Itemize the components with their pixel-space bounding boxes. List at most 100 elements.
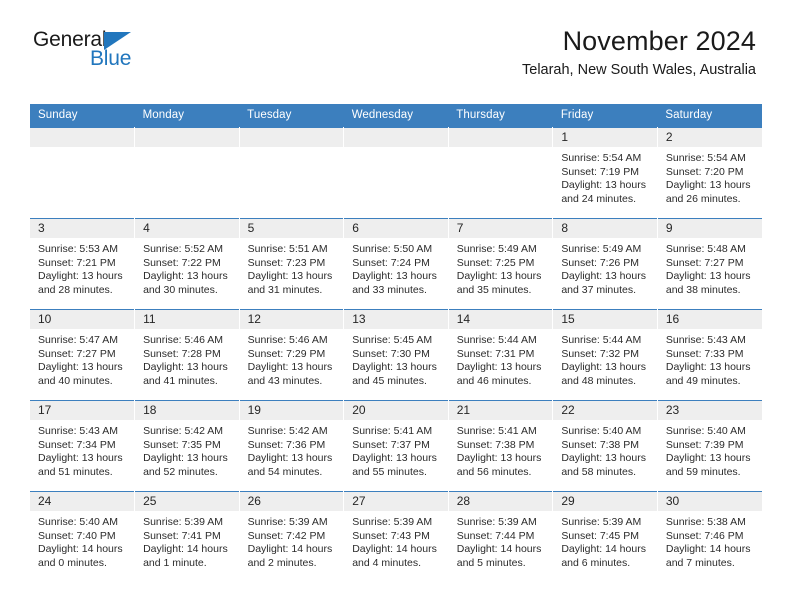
generalblue-logo[interactable]: General Blue [33, 28, 213, 76]
sunrise-text: Sunrise: 5:46 AM [247, 334, 328, 346]
weekday-header-tuesday: Tuesday [239, 104, 344, 128]
calendar-day-cell[interactable]: 4 Sunrise: 5:52 AM Sunset: 7:22 PM Daylight… [134, 218, 240, 310]
calendar-day-cell[interactable]: 22 Sunrise: 5:40 AM Sunset: 7:38 PM Dayligh… [552, 400, 658, 492]
page-title: November 2024 [562, 26, 756, 56]
daylight-text: Daylight: 14 hours and 5 minutes. [456, 543, 542, 569]
calendar-day-cell[interactable]: 25 Sunrise: 5:39 AM Sunset: 7:41 PM Dayligh… [134, 491, 240, 582]
calendar-day-cell[interactable]: 8 Sunrise: 5:49 AM Sunset: 7:26 PM Daylight… [552, 218, 658, 310]
calendar-day-cell[interactable]: 27 Sunrise: 5:39 AM Sunset: 7:43 PM Dayligh… [343, 491, 449, 582]
calendar-day-cell[interactable]: 5 Sunrise: 5:51 AM Sunset: 7:23 PM Daylight… [239, 218, 345, 310]
calendar-day-cell[interactable]: 3 Sunrise: 5:53 AM Sunset: 7:21 PM Daylight… [30, 218, 136, 310]
day-sun-info: Sunrise: 5:42 AM Sunset: 7:35 PM Daylight:… [135, 420, 239, 479]
day-number [135, 128, 239, 147]
sunrise-text: Sunrise: 5:50 AM [352, 243, 433, 255]
calendar-day-cell[interactable]: 1 Sunrise: 5:54 AM Sunset: 7:19 PM Daylight… [552, 127, 658, 219]
calendar-table: Sunday Monday Tuesday Wednesday Thursday… [30, 104, 762, 582]
calendar-day-cell[interactable]: 14 Sunrise: 5:44 AM Sunset: 7:31 PM Dayligh… [448, 309, 554, 401]
day-sun-info: Sunrise: 5:54 AM Sunset: 7:20 PM Daylight:… [658, 147, 762, 206]
sunset-text: Sunset: 7:39 PM [665, 438, 744, 451]
sunrise-text: Sunrise: 5:51 AM [247, 243, 328, 255]
day-cell-inner: 2 Sunrise: 5:54 AM Sunset: 7:20 PM Daylight… [657, 128, 762, 218]
day-number: 15 [553, 310, 657, 329]
weekday-header-row: Sunday Monday Tuesday Wednesday Thursday… [30, 104, 762, 128]
sunrise-text: Sunrise: 5:40 AM [38, 516, 118, 528]
sunrise-text: Sunrise: 5:49 AM [456, 243, 537, 255]
daylight-text: Daylight: 14 hours and 4 minutes. [352, 543, 437, 569]
calendar-day-cell[interactable]: 12 Sunrise: 5:46 AM Sunset: 7:29 PM Dayligh… [239, 309, 345, 401]
sunrise-text: Sunrise: 5:39 AM [247, 516, 328, 528]
day-number: 1 [553, 128, 657, 147]
sunrise-text: Sunrise: 5:48 AM [665, 243, 746, 255]
sunset-text: Sunset: 7:24 PM [352, 256, 430, 269]
daylight-text: Daylight: 13 hours and 35 minutes. [456, 270, 542, 296]
calendar-day-cell-empty [343, 127, 449, 219]
day-number: 30 [657, 492, 762, 511]
sunrise-text: Sunrise: 5:39 AM [143, 516, 224, 528]
sunset-text: Sunset: 7:23 PM [247, 256, 326, 269]
day-cell-inner [448, 128, 553, 218]
calendar-day-cell[interactable]: 17 Sunrise: 5:43 AM Sunset: 7:34 PM Dayligh… [30, 400, 136, 492]
day-cell-inner: 27 Sunrise: 5:39 AM Sunset: 7:43 PM Dayligh… [344, 492, 448, 582]
daylight-text: Daylight: 13 hours and 52 minutes. [143, 452, 228, 478]
day-number: 5 [239, 219, 344, 238]
day-sun-info: Sunrise: 5:44 AM Sunset: 7:31 PM Daylight:… [449, 329, 553, 388]
calendar-day-cell-empty [239, 127, 345, 219]
calendar-day-cell[interactable]: 15 Sunrise: 5:44 AM Sunset: 7:32 PM Dayligh… [552, 309, 658, 401]
day-cell-inner: 9 Sunrise: 5:48 AM Sunset: 7:27 PM Daylight… [657, 219, 762, 309]
day-sun-info: Sunrise: 5:43 AM Sunset: 7:33 PM Daylight:… [658, 329, 762, 388]
sunset-text: Sunset: 7:19 PM [561, 165, 639, 178]
calendar-week-row: 3 Sunrise: 5:53 AM Sunset: 7:21 PM Daylight… [30, 218, 762, 310]
sunset-text: Sunset: 7:38 PM [561, 438, 639, 451]
calendar-day-cell[interactable]: 26 Sunrise: 5:39 AM Sunset: 7:42 PM Dayligh… [239, 491, 345, 582]
daylight-text: Daylight: 13 hours and 31 minutes. [247, 270, 333, 296]
day-number [30, 128, 135, 147]
calendar-header-row-group: Sunday Monday Tuesday Wednesday Thursday… [30, 104, 762, 128]
day-sun-info: Sunrise: 5:46 AM Sunset: 7:29 PM Daylight:… [240, 329, 344, 388]
calendar-day-cell[interactable]: 28 Sunrise: 5:39 AM Sunset: 7:44 PM Dayligh… [448, 491, 554, 582]
day-number: 21 [448, 401, 553, 420]
daylight-text: Daylight: 13 hours and 41 minutes. [143, 361, 228, 387]
calendar-day-cell[interactable]: 19 Sunrise: 5:42 AM Sunset: 7:36 PM Dayligh… [239, 400, 345, 492]
calendar-day-cell[interactable]: 20 Sunrise: 5:41 AM Sunset: 7:37 PM Dayligh… [343, 400, 449, 492]
sunrise-text: Sunrise: 5:54 AM [665, 152, 746, 164]
calendar-day-cell[interactable]: 7 Sunrise: 5:49 AM Sunset: 7:25 PM Daylight… [448, 218, 554, 310]
day-number: 2 [657, 128, 762, 147]
calendar-day-cell[interactable]: 9 Sunrise: 5:48 AM Sunset: 7:27 PM Daylight… [657, 218, 762, 310]
sunrise-text: Sunrise: 5:40 AM [665, 425, 746, 437]
sunrise-text: Sunrise: 5:49 AM [561, 243, 642, 255]
calendar-day-cell[interactable]: 18 Sunrise: 5:42 AM Sunset: 7:35 PM Dayligh… [134, 400, 240, 492]
sunset-text: Sunset: 7:22 PM [143, 256, 221, 269]
sunrise-text: Sunrise: 5:54 AM [561, 152, 642, 164]
day-number: 11 [135, 310, 239, 329]
calendar-day-cell[interactable]: 21 Sunrise: 5:41 AM Sunset: 7:38 PM Dayligh… [448, 400, 554, 492]
calendar-day-cell[interactable]: 10 Sunrise: 5:47 AM Sunset: 7:27 PM Dayligh… [30, 309, 136, 401]
day-number: 25 [135, 492, 239, 511]
calendar-day-cell[interactable]: 11 Sunrise: 5:46 AM Sunset: 7:28 PM Dayligh… [134, 309, 240, 401]
weekday-header-wednesday: Wednesday [343, 104, 449, 128]
calendar-day-cell[interactable]: 13 Sunrise: 5:45 AM Sunset: 7:30 PM Dayligh… [343, 309, 449, 401]
day-cell-inner: 15 Sunrise: 5:44 AM Sunset: 7:32 PM Dayligh… [553, 310, 657, 400]
day-number: 10 [30, 310, 135, 329]
calendar-day-cell[interactable]: 2 Sunrise: 5:54 AM Sunset: 7:20 PM Daylight… [657, 127, 762, 219]
day-number: 17 [30, 401, 135, 420]
day-cell-inner: 13 Sunrise: 5:45 AM Sunset: 7:30 PM Dayligh… [344, 310, 448, 400]
sunset-text: Sunset: 7:28 PM [143, 347, 221, 360]
sunrise-text: Sunrise: 5:42 AM [143, 425, 224, 437]
calendar-grid-wrapper: Sunday Monday Tuesday Wednesday Thursday… [30, 104, 762, 582]
daylight-text: Daylight: 14 hours and 6 minutes. [561, 543, 646, 569]
day-cell-inner [135, 128, 239, 218]
calendar-day-cell[interactable]: 30 Sunrise: 5:38 AM Sunset: 7:46 PM Dayligh… [657, 491, 762, 582]
calendar-day-cell[interactable]: 29 Sunrise: 5:39 AM Sunset: 7:45 PM Dayligh… [552, 491, 658, 582]
day-sun-info: Sunrise: 5:38 AM Sunset: 7:46 PM Daylight:… [658, 511, 762, 570]
day-cell-inner: 4 Sunrise: 5:52 AM Sunset: 7:22 PM Daylight… [135, 219, 239, 309]
day-cell-inner: 19 Sunrise: 5:42 AM Sunset: 7:36 PM Dayligh… [239, 401, 344, 491]
calendar-day-cell[interactable]: 24 Sunrise: 5:40 AM Sunset: 7:40 PM Dayligh… [30, 491, 136, 582]
calendar-day-cell[interactable]: 6 Sunrise: 5:50 AM Sunset: 7:24 PM Daylight… [343, 218, 449, 310]
calendar-day-cell[interactable]: 23 Sunrise: 5:40 AM Sunset: 7:39 PM Dayligh… [657, 400, 762, 492]
calendar-day-cell[interactable]: 16 Sunrise: 5:43 AM Sunset: 7:33 PM Dayligh… [657, 309, 762, 401]
daylight-text: Daylight: 13 hours and 43 minutes. [247, 361, 333, 387]
sunset-text: Sunset: 7:31 PM [456, 347, 535, 360]
calendar-week-row: 24 Sunrise: 5:40 AM Sunset: 7:40 PM Dayligh… [30, 491, 762, 582]
sunrise-text: Sunrise: 5:39 AM [456, 516, 537, 528]
daylight-text: Daylight: 14 hours and 2 minutes. [247, 543, 333, 569]
